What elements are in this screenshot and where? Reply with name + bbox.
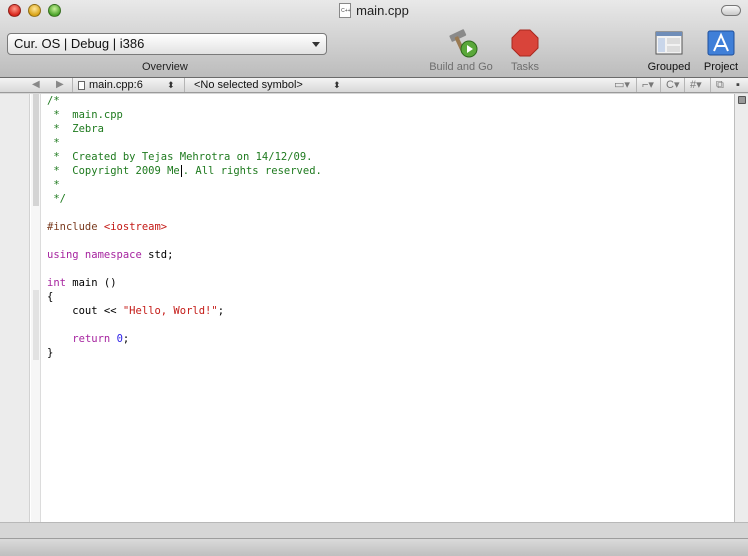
code-segment: cout << xyxy=(47,305,123,317)
fold-marker[interactable] xyxy=(33,290,39,360)
active-configuration-label: Cur. OS | Debug | i386 xyxy=(14,36,145,51)
nav-divider xyxy=(660,78,661,92)
source-editor[interactable]: /* * main.cpp * Zebra * * Created by Tej… xyxy=(0,94,734,522)
code-text[interactable]: /* * main.cpp * Zebra * * Created by Tej… xyxy=(47,94,727,360)
nav-divider xyxy=(684,78,685,92)
code-segment: ; xyxy=(122,333,130,345)
code-segment: "Hello, World!" xyxy=(122,305,218,317)
symbol-label: <No selected symbol> xyxy=(194,79,303,91)
active-configuration-popup[interactable]: Cur. OS | Debug | i386 xyxy=(7,33,327,55)
file-history-popup[interactable]: main.cpp:6 xyxy=(78,78,143,92)
class-menu[interactable]: C▾ xyxy=(666,78,679,92)
code-segment: int xyxy=(47,277,66,289)
overview-label: Overview xyxy=(142,61,188,73)
counterpart-icon[interactable]: ⧉ xyxy=(716,78,724,92)
window-toolbar: main.cpp Cur. OS | Debug | i386 Overview… xyxy=(0,0,748,78)
line-gutter[interactable] xyxy=(0,94,30,522)
lock-icon[interactable] xyxy=(738,96,746,104)
window-title-bar: main.cpp xyxy=(0,3,748,21)
navigator-bar: ◀ ▶ main.cpp:6 ⬍ <No selected symbol> ⬍ … xyxy=(0,78,748,93)
code-segment: * Copyright 2009 Me xyxy=(47,165,180,177)
vertical-scrollbar[interactable] xyxy=(734,94,748,522)
code-line: using namespace std; xyxy=(47,248,727,262)
breakpoints-menu-icon[interactable]: ⌐▾ xyxy=(642,78,654,92)
code-line-with-caret: * Copyright 2009 Me. All rights reserved… xyxy=(47,164,727,178)
stop-octagon-icon xyxy=(510,28,540,58)
project-app-icon xyxy=(706,28,736,58)
horizontal-scroll-area[interactable] xyxy=(0,522,748,538)
project-label: Project xyxy=(703,61,739,73)
hammer-play-icon xyxy=(446,28,478,58)
project-button[interactable]: Project xyxy=(698,28,744,73)
code-segment: using namespace xyxy=(47,249,142,261)
status-bar xyxy=(0,538,748,556)
nav-divider xyxy=(636,78,637,92)
updown-arrows-icon: ⬍ xyxy=(333,80,341,90)
code-line: cout << "Hello, World!"; xyxy=(47,304,727,318)
bookmarks-menu-icon[interactable]: ▭▾ xyxy=(614,78,630,92)
code-line: /* xyxy=(47,95,60,107)
code-line: int main () xyxy=(47,276,727,290)
popup-arrow-icon xyxy=(312,42,320,47)
back-arrow-icon[interactable]: ◀ xyxy=(32,79,40,90)
text-cursor xyxy=(180,165,182,177)
class-menu-label: C xyxy=(666,79,674,91)
forward-arrow-icon[interactable]: ▶ xyxy=(56,79,64,90)
code-line: */ xyxy=(47,193,66,205)
code-line: * xyxy=(47,137,60,149)
grouped-window-icon xyxy=(654,28,684,58)
nav-divider xyxy=(710,78,711,92)
symbol-popup[interactable]: <No selected symbol> xyxy=(194,78,303,92)
include-menu[interactable]: #▾ xyxy=(690,78,702,92)
code-segment: main () xyxy=(65,277,117,289)
cpp-file-icon xyxy=(339,3,352,18)
fold-marker[interactable] xyxy=(33,94,39,206)
updown-arrows-icon: ⬍ xyxy=(167,80,175,90)
build-and-go-button[interactable]: Build and Go xyxy=(424,28,498,73)
code-segment: ; xyxy=(217,305,225,317)
code-segment: return xyxy=(72,333,111,345)
code-segment: std; xyxy=(141,249,174,261)
include-menu-label: # xyxy=(690,79,697,91)
code-line: * Created by Tejas Mehrotra on 14/12/09. xyxy=(47,151,313,163)
build-and-go-label: Build and Go xyxy=(429,61,493,73)
window-title: main.cpp xyxy=(356,3,409,18)
code-line: * main.cpp xyxy=(47,109,123,121)
code-line: * Zebra xyxy=(47,123,104,135)
code-line: * xyxy=(47,179,60,191)
code-segment: . All rights reserved. xyxy=(182,165,322,177)
grouped-label: Grouped xyxy=(647,61,691,73)
code-line: #include <iostream> xyxy=(47,220,727,234)
code-segment: <iostream> xyxy=(103,221,168,233)
toolbar-toggle-button[interactable] xyxy=(721,5,741,16)
file-location-label: main.cpp:6 xyxy=(89,79,143,91)
lock-icon[interactable]: ▪ xyxy=(736,78,740,92)
nav-divider xyxy=(72,78,73,92)
code-folding-ribbon[interactable] xyxy=(31,94,41,522)
file-icon xyxy=(78,80,85,90)
nav-divider xyxy=(184,78,185,92)
tasks-button[interactable]: Tasks xyxy=(505,28,545,73)
tasks-label: Tasks xyxy=(510,61,540,73)
code-segment: #include xyxy=(47,221,104,233)
code-line: return 0; xyxy=(47,332,727,346)
grouped-button[interactable]: Grouped xyxy=(642,28,696,73)
code-line: } xyxy=(47,347,54,359)
code-line: { xyxy=(47,291,54,303)
